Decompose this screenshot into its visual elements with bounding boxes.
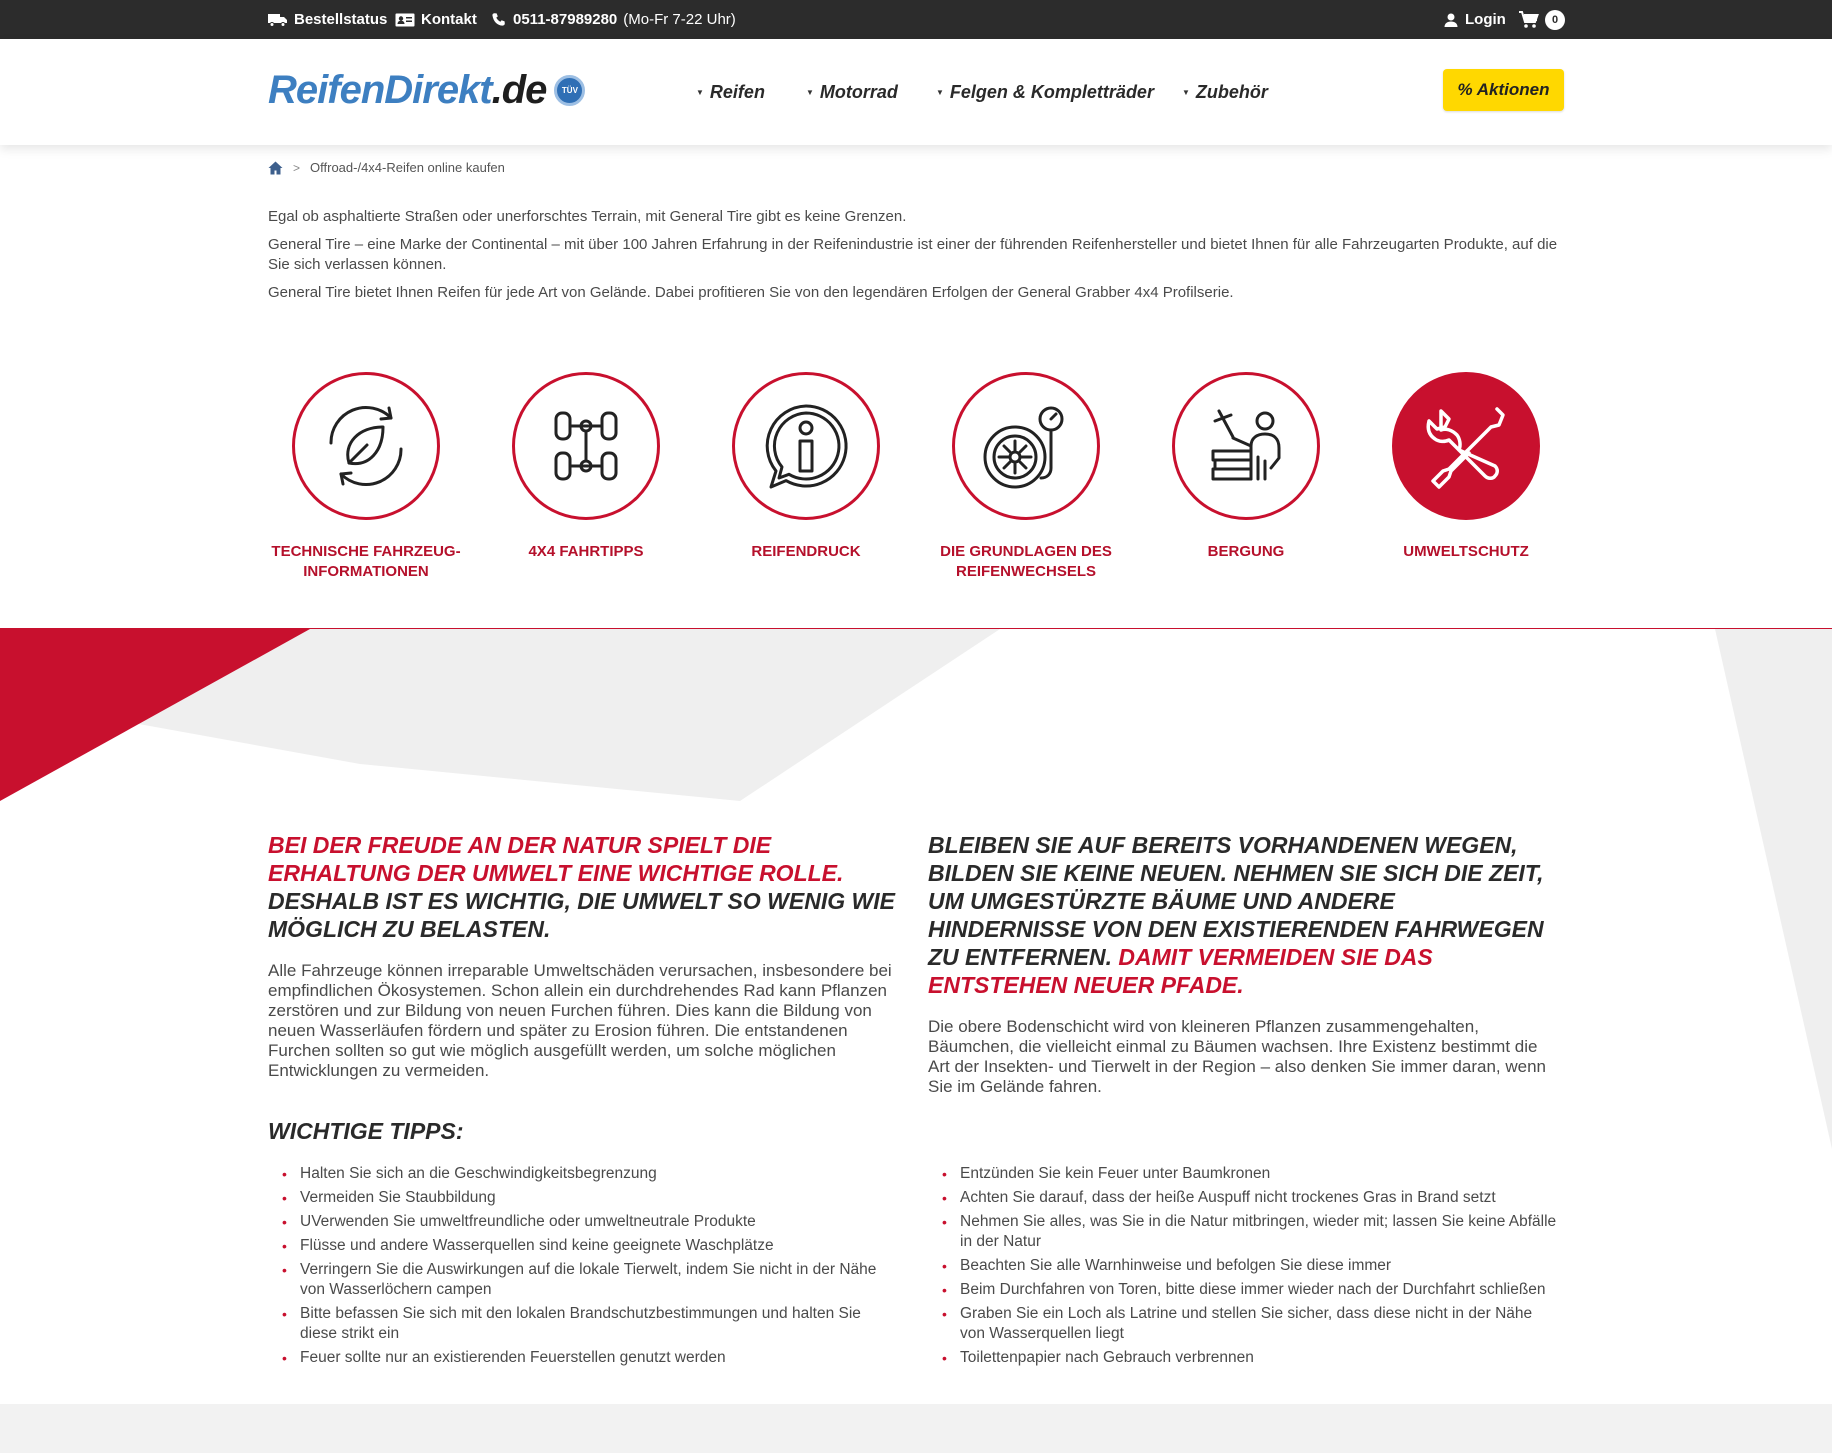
order-status-link[interactable]: Bestellstatus — [268, 0, 387, 39]
tire-gauge-icon — [952, 372, 1100, 520]
tuv-seal-label: TÜV — [561, 86, 578, 95]
logo-part-tld: .de — [491, 68, 548, 112]
nav-reifen-label: Reifen — [709, 81, 765, 102]
contact-label: Kontakt — [421, 11, 477, 28]
list-item: Toilettenpapier nach Gebrauch verbrennen — [928, 1348, 1558, 1368]
nav-motorrad-label: Motorrad — [819, 81, 898, 102]
breadcrumb-current: Offroad-/4x4-Reifen online kaufen — [310, 160, 505, 175]
left-headline-highlight: Bei der Freude an der Natur spielt die E… — [268, 832, 844, 886]
list-item: Feuer sollte nur an existierenden Feuers… — [268, 1348, 898, 1368]
aktionen-button[interactable]: % Aktionen — [1443, 69, 1564, 111]
right-text-column: Bleiben Sie auf bereits vorhandenen Wege… — [928, 831, 1558, 1097]
order-status-label: Bestellstatus — [294, 11, 388, 28]
left-headline-rest: Deshalb ist es wichtig, die Umwelt so we… — [268, 888, 895, 942]
footer-strip — [0, 1404, 1832, 1453]
chevron-down-icon: ▼ — [1182, 87, 1190, 97]
left-text-column: Bei der Freude an der Natur spielt die E… — [268, 831, 898, 1081]
contact-link[interactable]: Kontakt — [395, 0, 477, 39]
login-link[interactable]: Login — [1443, 0, 1506, 39]
list-item: Bitte befassen Sie sich mit den lokalen … — [268, 1304, 898, 1344]
logo-part-brand: ReifenDirekt — [268, 68, 493, 112]
cart-icon — [1519, 10, 1539, 28]
phone-hours: (Mo-Fr 7-22 Uhr) — [623, 11, 736, 28]
intro-paragraph: General Tire – eine Marke der Continenta… — [268, 236, 1558, 273]
tips-list-right: Entzünden Sie kein Feuer unter Baumkrone… — [928, 1164, 1558, 1372]
list-item: Graben Sie ein Loch als Latrine und stel… — [928, 1304, 1558, 1344]
feature-label: Die Grundlagen des Reifenwechsels — [940, 543, 1112, 580]
nav-zubehoer[interactable]: ▼ Zubehör — [1182, 39, 1268, 145]
nav-zubehoer-label: Zubehör — [1195, 81, 1268, 102]
list-item: UVerwenden Sie umweltfreundliche oder um… — [268, 1212, 898, 1232]
intro-paragraph: Egal ob asphaltierte Straßen oder unerfo… — [268, 208, 907, 225]
chevron-down-icon: ▼ — [806, 87, 814, 97]
info-bubble-icon — [732, 372, 880, 520]
intro-text: Egal ob asphaltierte Straßen oder unerfo… — [268, 207, 1568, 311]
wrench-screwdriver-icon — [1392, 372, 1540, 520]
axle-chassis-icon — [512, 372, 660, 520]
chevron-down-icon: ▼ — [696, 87, 704, 97]
logo-wordmark: ReifenDirekt.de — [268, 68, 548, 113]
feature-label: Technische Fahrzeug-Informationen — [271, 543, 461, 580]
eco-cycle-icon — [292, 372, 440, 520]
feature-reifenwechsel[interactable]: Die Grundlagen des Reifenwechsels — [916, 372, 1136, 582]
feature-4x4-fahrtipps[interactable]: 4x4 Fahrtipps — [476, 372, 696, 562]
feature-label: Bergung — [1207, 543, 1285, 560]
phone-link[interactable]: 0511-87989280 (Mo-Fr 7-22 Uhr) — [491, 0, 736, 39]
list-item: Halten Sie sich an die Geschwindigkeitsb… — [268, 1164, 898, 1184]
chevron-down-icon: ▼ — [936, 87, 944, 97]
list-item: Vermeiden Sie Staubbildung — [268, 1188, 898, 1208]
nav-felgen-label: Felgen & Kompletträder — [949, 81, 1154, 102]
tuv-seal-icon: TÜV — [554, 75, 586, 106]
tips-list-left: Halten Sie sich an die Geschwindigkeitsb… — [268, 1164, 898, 1372]
feature-label: Umweltschutz — [1403, 543, 1529, 560]
feature-bergung[interactable]: Bergung — [1136, 372, 1356, 562]
breadcrumb-separator: > — [293, 160, 301, 175]
right-headline: Bleiben Sie auf bereits vorhandenen Wege… — [928, 831, 1558, 999]
user-icon — [1444, 13, 1458, 27]
feature-technische-informationen[interactable]: Technische Fahrzeug-Informationen — [256, 372, 476, 582]
list-item: Flüsse und andere Wasserquellen sind kei… — [268, 1236, 898, 1256]
list-item: Entzünden Sie kein Feuer unter Baumkrone… — [928, 1164, 1558, 1184]
home-icon[interactable] — [268, 161, 283, 175]
nav-reifen[interactable]: ▼ Reifen — [696, 39, 765, 145]
feature-reifendruck[interactable]: Reifendruck — [696, 372, 916, 562]
list-item: Achten Sie darauf, dass der heiße Auspuf… — [928, 1188, 1558, 1208]
list-item: Beachten Sie alle Warnhinweise und befol… — [928, 1256, 1558, 1276]
login-label: Login — [1465, 11, 1506, 28]
contact-card-icon — [395, 13, 415, 26]
phone-number: 0511-87989280 — [513, 11, 618, 28]
main-header: ReifenDirekt.de TÜV ▼ Reifen ▼ Motorrad … — [0, 39, 1832, 145]
list-item: Beim Durchfahren von Toren, bitte diese … — [928, 1280, 1558, 1300]
feature-umweltschutz[interactable]: Umweltschutz — [1356, 372, 1576, 562]
nav-motorrad[interactable]: ▼ Motorrad — [806, 39, 898, 145]
nav-felgen[interactable]: ▼ Felgen & Kompletträder — [936, 39, 1154, 145]
list-item: Verringern Sie die Auswirkungen auf die … — [268, 1260, 898, 1300]
site-logo[interactable]: ReifenDirekt.de TÜV — [268, 68, 586, 113]
phone-icon — [492, 12, 505, 26]
right-body-text: Die obere Bodenschicht wird von kleinere… — [928, 1017, 1546, 1096]
list-item: Nehmen Sie alles, was Sie in die Natur m… — [928, 1212, 1558, 1252]
feature-label: 4x4 Fahrtipps — [528, 543, 644, 560]
truck-icon — [268, 13, 287, 27]
cart-count-badge: 0 — [1545, 9, 1565, 30]
person-tools-icon — [1172, 372, 1320, 520]
tips-title: Wichtige Tipps: — [268, 1118, 464, 1144]
intro-paragraph: General Tire bietet Ihnen Reifen für jed… — [268, 284, 1234, 301]
top-bar: Bestellstatus Kontakt 0511-87989280 (Mo-… — [0, 0, 1832, 39]
breadcrumb: > Offroad-/4x4-Reifen online kaufen — [268, 160, 505, 175]
cart-button[interactable]: 0 — [1519, 0, 1565, 39]
left-body-text: Alle Fahrzeuge können irreparable Umwelt… — [268, 961, 892, 1080]
left-headline: Bei der Freude an der Natur spielt die E… — [268, 831, 898, 943]
feature-label: Reifendruck — [751, 543, 861, 560]
